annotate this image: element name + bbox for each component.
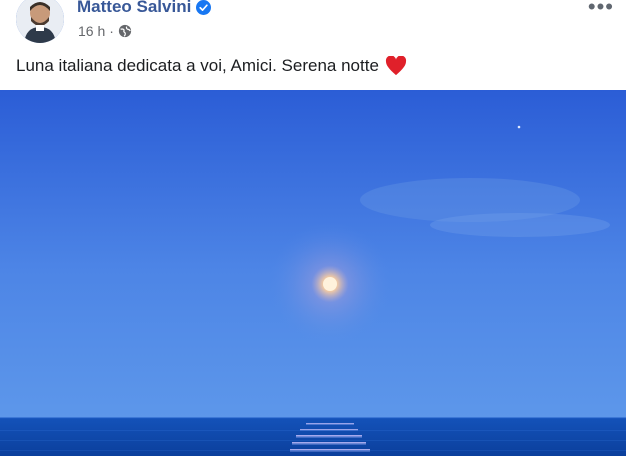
author-name[interactable]: Matteo Salvini bbox=[77, 0, 191, 17]
post-text: Luna italiana dedicata a voi, Amici. Ser… bbox=[16, 56, 379, 75]
avatar[interactable] bbox=[16, 0, 64, 43]
post-message: Luna italiana dedicata a voi, Amici. Ser… bbox=[16, 56, 407, 76]
meta-separator: · bbox=[109, 23, 114, 39]
more-options-button[interactable]: ••• bbox=[588, 0, 614, 20]
moon bbox=[323, 277, 337, 291]
post-header: Matteo Salvini 16 h · ••• bbox=[0, 0, 626, 46]
verified-badge-icon bbox=[196, 0, 212, 15]
heart-icon bbox=[385, 56, 406, 76]
star bbox=[517, 125, 521, 129]
cloud bbox=[430, 213, 610, 237]
globe-icon[interactable] bbox=[118, 24, 132, 38]
author-link[interactable]: Matteo Salvini bbox=[77, 0, 212, 17]
post-meta: 16 h · bbox=[78, 23, 132, 39]
post-photo[interactable] bbox=[0, 90, 626, 456]
timestamp[interactable]: 16 h bbox=[78, 23, 105, 39]
